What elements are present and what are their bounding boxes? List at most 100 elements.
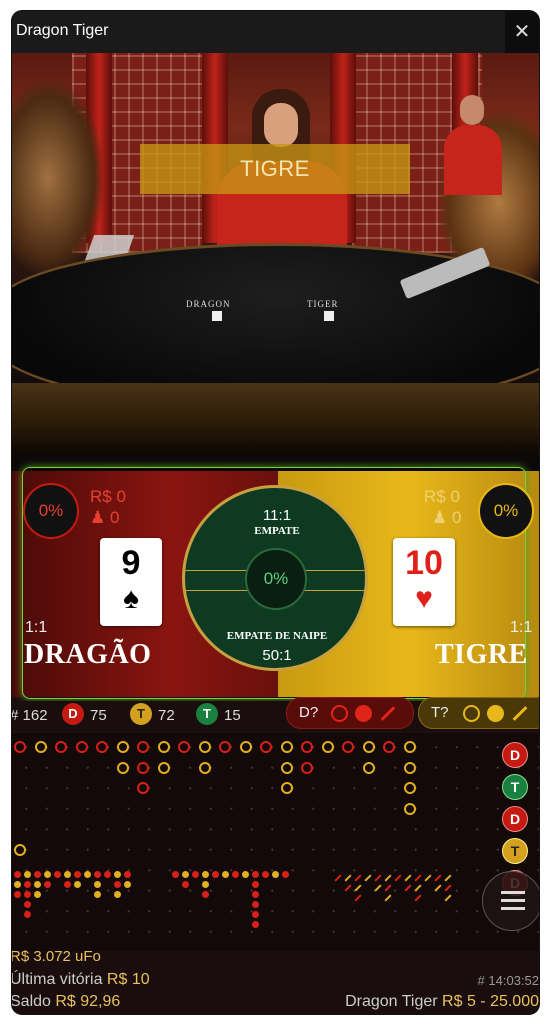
road-bead <box>260 741 272 753</box>
big-eye-icon <box>487 705 504 722</box>
road-dot <box>64 871 71 878</box>
road-dot <box>252 871 259 878</box>
heart-icon: ♥ <box>415 582 433 615</box>
table-limits: R$ 5 - 25.000 <box>442 993 539 1010</box>
dragon-label: DRAGÃO <box>24 639 152 670</box>
dragon-wins-badge: D <box>62 703 84 725</box>
road-bead <box>383 741 395 753</box>
road-dot <box>74 881 81 888</box>
road-dot <box>182 881 189 888</box>
road-bead <box>75 741 88 753</box>
road-bead <box>137 761 149 774</box>
balance-label: Saldo <box>12 993 51 1010</box>
dragon-statue <box>12 83 102 273</box>
road-dot <box>252 891 259 898</box>
road-dot <box>252 901 259 908</box>
live-video: DRAGON TIGER TIGRE <box>12 53 539 473</box>
road-bead <box>157 761 170 774</box>
road-dot <box>104 871 111 878</box>
road-dot <box>232 871 239 878</box>
table-edge <box>12 383 539 453</box>
road-dot <box>202 891 209 898</box>
road-dot <box>222 871 229 878</box>
road-dot <box>252 921 259 928</box>
big-road-icon <box>331 705 348 722</box>
dragon-payout: 1:1 <box>25 619 48 636</box>
tiger-label: TIGRE <box>435 639 528 670</box>
road-dot <box>24 871 31 878</box>
road-dot <box>114 891 121 898</box>
result-chip: D <box>502 806 528 832</box>
tiger-predict-button[interactable]: T? <box>418 697 539 729</box>
result-banner-text: TIGRE <box>240 156 310 181</box>
road-bead <box>137 741 149 753</box>
balance-ticker: R$ 3.072 uFo <box>12 948 101 965</box>
menu-icon[interactable] <box>482 871 539 931</box>
road-bead <box>14 741 26 753</box>
balance: Saldo R$ 92,96 <box>12 993 120 1011</box>
road-bead <box>116 741 129 753</box>
road-bead <box>280 741 293 753</box>
road-dot <box>64 881 71 888</box>
dealt-card-dragon <box>212 311 222 321</box>
road-bead <box>116 761 129 774</box>
road-bead <box>301 741 313 753</box>
road-dot <box>24 901 31 908</box>
road-bead <box>321 741 334 753</box>
road-dot <box>262 871 269 878</box>
tiger-amount: R$ 0 <box>424 487 460 506</box>
second-dealer-head <box>460 95 484 125</box>
road-bead <box>34 741 47 753</box>
big-road-icon <box>463 705 480 722</box>
dealer-face <box>264 103 298 147</box>
road-dot <box>282 871 289 878</box>
tiger-percent: 0% <box>478 483 534 539</box>
road-dot <box>54 871 61 878</box>
user-icon: ♟ <box>90 508 106 527</box>
road-dot <box>212 871 219 878</box>
dragon-card: 9 ♠ <box>100 538 162 626</box>
road-dot <box>242 871 249 878</box>
road-dot <box>94 871 101 878</box>
dragon-predict-button[interactable]: D? <box>286 697 414 729</box>
last-win: Última vitória R$ 10 <box>12 971 150 989</box>
second-dealer <box>444 125 502 195</box>
table-label-tiger: TIGER <box>307 299 339 309</box>
dragon-predict-label: D? <box>299 704 319 721</box>
cockroach-icon <box>380 706 396 721</box>
title-bar: Dragon Tiger ✕ <box>12 11 539 53</box>
suited-tie-label[interactable]: EMPATE DE NAIPE <box>207 630 347 642</box>
road-bead <box>362 761 375 774</box>
cockroach-icon <box>512 706 528 721</box>
rounds-count: # 162 <box>12 707 48 724</box>
road-bead <box>198 741 211 753</box>
road-dot <box>94 881 101 888</box>
road-dot <box>94 891 101 898</box>
scoreboard-roads <box>12 733 539 953</box>
tiger-wins-badge: T <box>130 703 152 725</box>
road-bead <box>198 761 211 774</box>
road-dot <box>202 881 209 888</box>
tiger-players: ♟ 0 <box>432 508 461 528</box>
road-dot <box>14 891 21 898</box>
road-dot <box>192 871 199 878</box>
road-bead <box>178 741 190 753</box>
road-dot <box>34 881 41 888</box>
window-title: Dragon Tiger <box>16 22 109 39</box>
road-dot <box>24 911 31 918</box>
close-icon[interactable]: ✕ <box>505 11 539 53</box>
tie-wins-badge: T <box>196 703 218 725</box>
big-eye-icon <box>355 705 372 722</box>
table-info: Dragon Tiger R$ 5 - 25.000 <box>345 993 539 1011</box>
round-id: # 14:03:52 <box>477 973 539 988</box>
road-dot <box>124 881 131 888</box>
road-dot <box>34 871 41 878</box>
last-win-value: R$ 10 <box>106 971 150 988</box>
table-name: Dragon Tiger <box>345 993 438 1010</box>
road-bead <box>280 761 293 774</box>
menu-bar <box>501 891 525 894</box>
result-chip: T <box>502 838 528 864</box>
menu-bar <box>501 899 525 902</box>
balance-value: R$ 92,96 <box>55 993 121 1010</box>
road-dot <box>272 871 279 878</box>
